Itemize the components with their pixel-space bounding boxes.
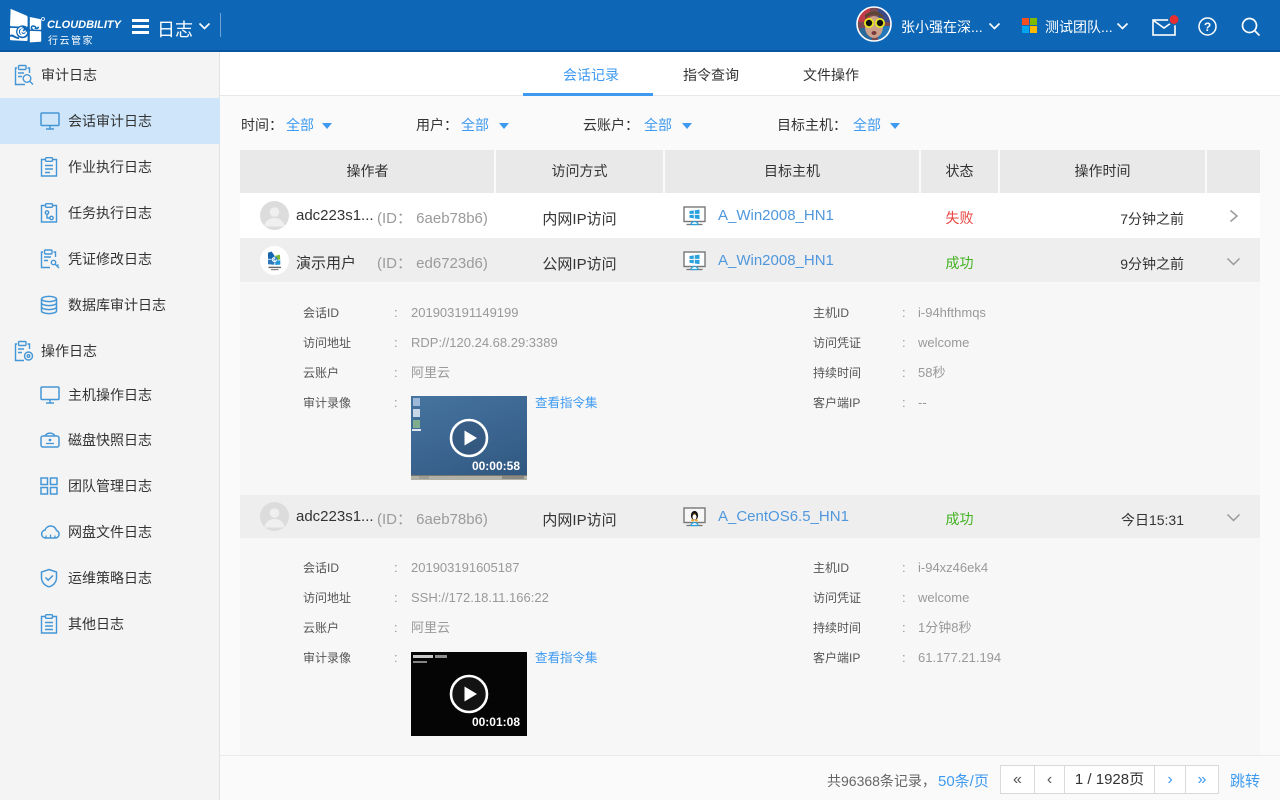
svg-text:?: ? [1204, 20, 1211, 34]
